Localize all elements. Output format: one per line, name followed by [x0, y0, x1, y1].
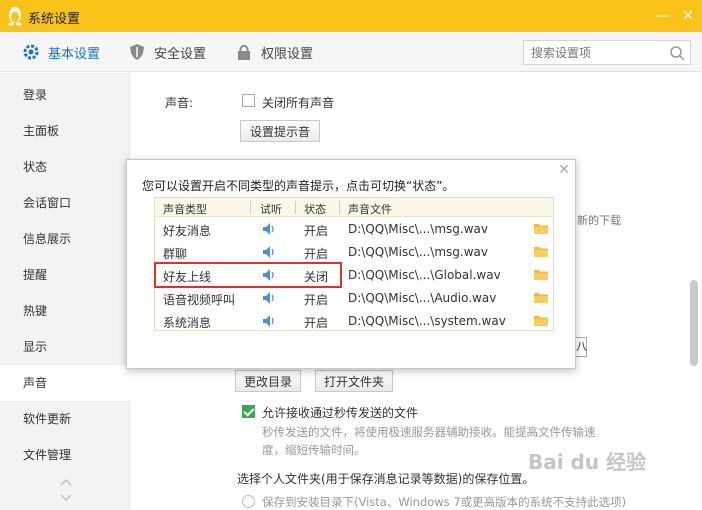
status-toggle[interactable]: 开启	[304, 222, 328, 239]
sound-type: 系统消息	[163, 316, 212, 330]
sidebar: 登录 主面板 状态 会话窗口 信息展示 提醒 热键 显示 声音 软件更新 文件管…	[0, 73, 130, 510]
sidebar-item-sound[interactable]: 声音	[0, 365, 130, 401]
chevron-up-icon[interactable]	[60, 478, 72, 486]
search-box	[523, 40, 691, 65]
scrollbar-thumb[interactable]	[690, 280, 698, 366]
table-row: 群聊 开启 D:\QQ\Misc\...\msg.wav	[155, 240, 553, 263]
column-header-file: 声音文件	[348, 203, 392, 216]
sidebar-item-file-management[interactable]: 文件管理	[0, 437, 130, 473]
sidebar-item-software-update[interactable]: 软件更新	[0, 401, 130, 437]
set-sound-button[interactable]: 设置提示音	[240, 120, 320, 142]
tab-label: 安全设置	[154, 46, 207, 62]
column-header-type: 声音类型	[163, 203, 207, 216]
gear-icon	[23, 44, 39, 60]
speaker-icon[interactable]	[262, 314, 276, 328]
save-install-dir-radio[interactable]	[242, 495, 255, 508]
popup-message: 您可以设置开启不同类型的声音提示，点击可切换“状态”。	[142, 179, 455, 193]
tab-permission-settings[interactable]: 权限设置	[235, 32, 313, 72]
sound-file-path: D:\QQ\Misc\...\system.wav	[348, 314, 506, 328]
sound-type: 群聊	[163, 247, 188, 261]
sound-file-path: D:\QQ\Misc\...\msg.wav	[348, 245, 488, 259]
popup-close-button[interactable]: ✕	[558, 162, 570, 178]
open-folder-button[interactable]: 打开文件夹	[315, 370, 393, 392]
allow-receive-desc-line2: 度，缩短传输时间。	[262, 443, 366, 457]
column-header-preview: 试听	[260, 203, 282, 216]
baidu-watermark: Bai du 经验	[528, 450, 647, 474]
lock-icon	[238, 44, 250, 60]
chevron-down-icon[interactable]	[60, 494, 72, 502]
column-header-status: 状态	[304, 203, 326, 216]
minimize-button[interactable]: —	[652, 6, 672, 26]
sidebar-item-status[interactable]: 状态	[0, 149, 130, 185]
sound-file-path: D:\QQ\Misc\...\msg.wav	[348, 222, 488, 236]
highlight-box	[154, 262, 342, 288]
close-button[interactable]: ✕	[678, 6, 698, 26]
shield-icon	[130, 44, 144, 60]
speaker-icon[interactable]	[262, 245, 276, 259]
save-install-dir-label: 保存到安装目录下(Vista、Windows 7或更高版本的系统不支持此选项)	[262, 495, 627, 509]
window-title: 系统设置	[28, 12, 81, 27]
allow-receive-label: 允许接收通过秒传发送的文件	[262, 406, 419, 420]
status-toggle[interactable]: 开启	[304, 245, 328, 262]
tab-basic-settings[interactable]: 基本设置	[22, 32, 100, 72]
mute-all-checkbox[interactable]	[242, 93, 255, 107]
sidebar-item-hotkeys[interactable]: 热键	[0, 293, 130, 329]
search-input[interactable]	[524, 41, 662, 64]
tab-label: 基本设置	[48, 46, 101, 62]
sound-file-path: D:\QQ\Misc\...\Audio.wav	[348, 291, 497, 305]
tab-bar: 基本设置 安全设置 权限设置	[0, 32, 702, 72]
table-header: 声音类型 试听 状态 声音文件	[155, 198, 553, 217]
search-icon[interactable]	[669, 45, 685, 61]
sidebar-item-info-display[interactable]: 信息展示	[0, 221, 130, 257]
table-row: 好友消息 开启 D:\QQ\Misc\...\msg.wav	[155, 217, 553, 240]
mute-all-label: 关闭所有声音	[262, 96, 335, 110]
change-directory-button[interactable]: 更改目录	[235, 370, 301, 392]
allow-receive-desc-line1: 秒传发送的文件，将使用极速服务器辅助接收。能提高文件传输速	[262, 425, 596, 439]
allow-receive-checkbox[interactable]	[242, 404, 255, 418]
sidebar-item-reminder[interactable]: 提醒	[0, 257, 130, 293]
tab-security-settings[interactable]: 安全设置	[128, 32, 206, 72]
sidebar-item-chat-window[interactable]: 会话窗口	[0, 185, 130, 221]
sound-type: 语音视频呼叫	[163, 293, 236, 307]
partial-download-text: 新的下载	[577, 214, 621, 227]
table-row: 语音视频呼叫 开启 D:\QQ\Misc\...\Audio.wav	[155, 286, 553, 309]
folder-icon[interactable]	[534, 223, 548, 234]
folder-icon[interactable]	[534, 246, 548, 257]
folder-icon[interactable]	[534, 292, 548, 303]
sound-type: 好友消息	[163, 224, 212, 238]
qq-penguin-icon	[8, 7, 22, 26]
sidebar-item-display[interactable]: 显示	[0, 329, 130, 365]
folder-icon[interactable]	[534, 315, 548, 326]
sound-file-path: D:\QQ\Misc\...\Global.wav	[348, 268, 501, 282]
sidebar-item-main-panel[interactable]: 主面板	[0, 113, 130, 149]
tab-label: 权限设置	[261, 46, 314, 62]
sound-label: 声音:	[165, 96, 194, 110]
personal-folder-title: 选择个人文件夹(用于保存消息记录等数据)的保存位置。	[237, 472, 535, 486]
speaker-icon[interactable]	[262, 222, 276, 236]
status-toggle[interactable]: 开启	[304, 291, 328, 308]
sidebar-item-login[interactable]: 登录	[0, 77, 130, 113]
title-bar: 系统设置 — ✕	[0, 0, 702, 32]
table-row: 系统消息 开启 D:\QQ\Misc\...\system.wav	[155, 309, 553, 332]
folder-icon[interactable]	[534, 269, 548, 280]
speaker-icon[interactable]	[262, 291, 276, 305]
partial-input-edge: 八	[575, 337, 587, 357]
status-toggle[interactable]: 开启	[304, 314, 328, 331]
